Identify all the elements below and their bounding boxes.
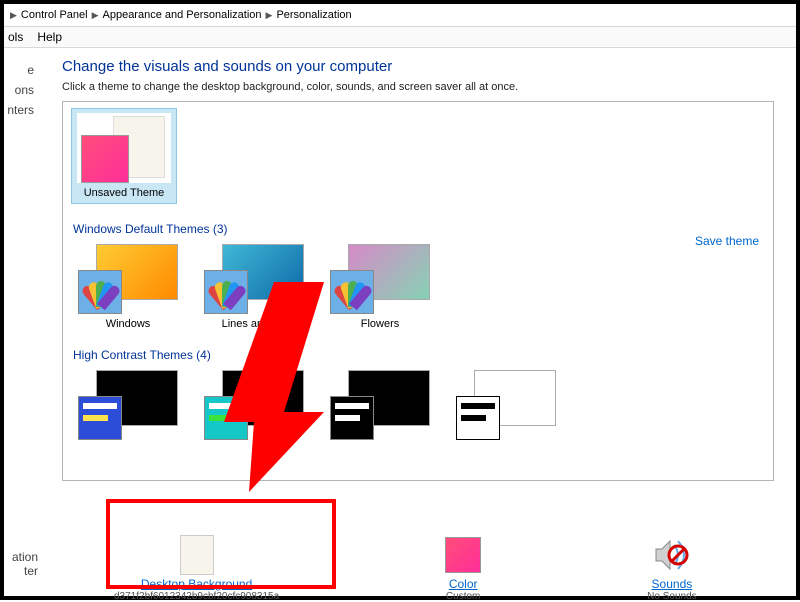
theme-thumbnail: [204, 244, 304, 314]
chevron-right-icon: ▶: [266, 10, 273, 21]
color-icon: [439, 535, 487, 575]
theme-windows[interactable]: Windows: [75, 244, 181, 330]
sound-icon: [648, 535, 696, 575]
theme-unsaved[interactable]: Unsaved Theme: [71, 108, 177, 204]
section-hc-themes: High Contrast Themes (4): [73, 348, 765, 362]
palette-icon: [83, 273, 119, 309]
theme-hc-white[interactable]: [453, 370, 559, 444]
theme-hc-2[interactable]: [201, 370, 307, 444]
page-title: Change the visuals and sounds on your co…: [62, 58, 796, 75]
link-label: Desktop Background: [114, 577, 279, 591]
color-swatch: [78, 396, 122, 440]
palette-icon: [335, 273, 371, 309]
color-swatch: [456, 396, 500, 440]
sidebar-item[interactable]: nters: [4, 100, 34, 120]
sidebar-item[interactable]: ation: [8, 550, 38, 564]
main-area: Change the visuals and sounds on your co…: [34, 48, 796, 536]
theme-hc-1[interactable]: [75, 370, 181, 444]
chevron-right-icon: ▶: [92, 10, 99, 21]
page-subtext: Click a theme to change the desktop back…: [62, 81, 796, 93]
theme-thumbnail: [78, 244, 178, 314]
color-swatch: [81, 135, 129, 183]
menu-bar: ols Help: [4, 26, 796, 48]
color-swatch: [78, 270, 122, 314]
desktop-background-link[interactable]: Desktop Background d371f2bf6012342b9cbf2…: [114, 535, 279, 602]
theme-label: Windows: [75, 318, 181, 330]
breadcrumb-bar: ▶ Control Panel ▶ Appearance and Persona…: [4, 4, 796, 26]
link-label: Color: [439, 577, 487, 591]
menu-help[interactable]: Help: [37, 30, 62, 44]
sidebar-item[interactable]: ons: [4, 80, 34, 100]
sidebar-item[interactable]: ter: [8, 564, 38, 578]
wallpaper-icon: [173, 535, 221, 575]
menu-tools[interactable]: ols: [8, 30, 23, 44]
theme-thumbnail: [204, 370, 304, 440]
theme-thumbnail: [77, 113, 171, 183]
theme-thumbnail: [330, 370, 430, 440]
themes-panel: Unsaved Theme Save theme Windows Default…: [62, 101, 774, 481]
color-link[interactable]: Color Custom: [439, 535, 487, 602]
theme-lines[interactable]: Lines and col: [201, 244, 307, 330]
link-label: Sounds: [647, 577, 696, 591]
theme-label: Flowers: [327, 318, 433, 330]
breadcrumb-control-panel[interactable]: Control Panel: [21, 9, 88, 21]
color-swatch: [204, 270, 248, 314]
section-default-themes: Windows Default Themes (3): [73, 222, 765, 236]
sounds-link[interactable]: Sounds No Sounds: [647, 535, 696, 602]
palette-icon: [209, 273, 245, 309]
save-theme-link[interactable]: Save theme: [695, 234, 759, 248]
breadcrumb-personalization[interactable]: Personalization: [276, 9, 351, 21]
color-swatch: [204, 396, 248, 440]
theme-thumbnail: [78, 370, 178, 440]
theme-thumbnail: [330, 244, 430, 314]
theme-thumbnail: [456, 370, 556, 440]
theme-hc-black[interactable]: [327, 370, 433, 444]
theme-label: Lines and col: [201, 318, 307, 330]
color-swatch: [330, 270, 374, 314]
sidebar-item[interactable]: e: [4, 60, 34, 80]
theme-label: Unsaved Theme: [76, 187, 172, 199]
chevron-right-icon: ▶: [10, 10, 17, 21]
sidebar: e ons nters: [4, 48, 34, 536]
theme-flowers[interactable]: Flowers: [327, 244, 433, 330]
bottom-links: ation ter Desktop Background d371f2bf601…: [4, 536, 796, 600]
color-swatch: [330, 396, 374, 440]
breadcrumb-appearance[interactable]: Appearance and Personalization: [103, 9, 262, 21]
